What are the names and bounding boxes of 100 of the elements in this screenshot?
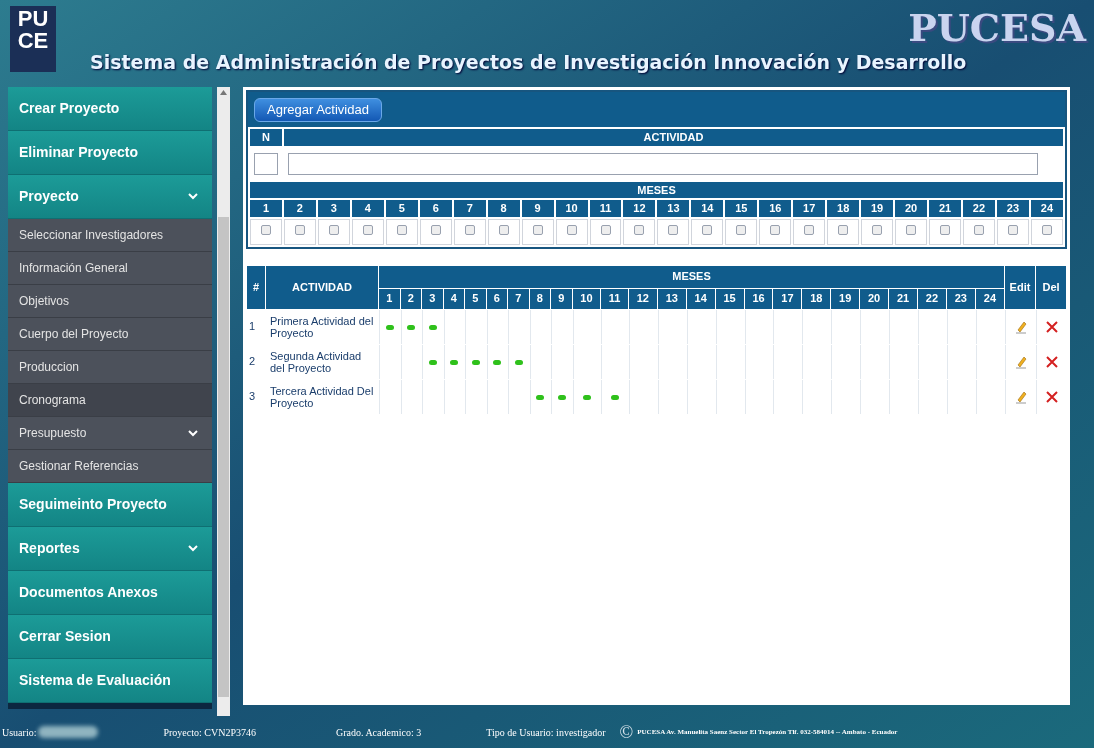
pencil-icon[interactable] <box>1014 390 1027 405</box>
month-header: 3 <box>317 200 350 217</box>
month-header: 20 <box>895 200 928 217</box>
month-header: 5 <box>385 200 418 217</box>
brand-title: PUCESA <box>908 6 1086 50</box>
scroll-up-icon[interactable] <box>220 90 227 95</box>
column-header: Edit <box>1005 265 1035 309</box>
month-checkbox[interactable] <box>532 225 543 236</box>
pencil-icon[interactable] <box>1014 320 1027 335</box>
scrollbar[interactable] <box>217 87 230 716</box>
column-header: MESES <box>250 181 1063 198</box>
month-checkbox[interactable] <box>770 225 781 236</box>
month-header: 8 <box>529 288 550 309</box>
month-header: 21 <box>889 288 917 309</box>
month-header: 17 <box>793 200 826 217</box>
month-checkbox[interactable] <box>600 225 611 236</box>
month-header: 14 <box>691 200 724 217</box>
month-checkbox[interactable] <box>804 225 815 236</box>
month-header: 10 <box>555 200 588 217</box>
academic-grade: Grado. Academico: 3 <box>335 725 422 740</box>
month-header: 21 <box>929 200 961 217</box>
row-number: 1 <box>248 319 257 335</box>
activity-name: Tercera Actividad Del Proyecto <box>269 383 375 411</box>
column-header: ACTIVIDAD <box>284 129 1063 146</box>
column-header: N <box>250 129 282 146</box>
month-checkbox[interactable] <box>668 225 679 236</box>
delete-icon[interactable] <box>1045 356 1058 369</box>
month-header: 9 <box>551 288 572 309</box>
month-header: 22 <box>918 288 946 309</box>
month-checkbox[interactable] <box>328 225 339 236</box>
month-checkbox[interactable] <box>362 225 373 236</box>
month-checkbox[interactable] <box>566 225 577 236</box>
month-header: 11 <box>601 288 628 309</box>
month-header: 18 <box>827 200 860 217</box>
menu-item[interactable]: Reportes <box>8 527 212 571</box>
column-header: # <box>247 265 265 309</box>
menu-item[interactable]: Cuerpo del Proyecto <box>8 318 212 351</box>
activity-name: Primera Actividad del Proyecto <box>269 313 375 341</box>
pencil-icon[interactable] <box>1014 355 1027 370</box>
month-header: 19 <box>831 288 860 309</box>
add-activity-button[interactable]: Agregar Actividad <box>254 97 382 122</box>
month-checkbox[interactable] <box>396 225 407 236</box>
month-checkbox[interactable] <box>634 225 645 236</box>
blurred-username <box>38 726 99 738</box>
month-header: 1 <box>379 288 400 309</box>
month-header: 24 <box>975 288 1004 309</box>
menu-item[interactable]: Documentos Anexos <box>8 571 212 615</box>
month-header: 16 <box>759 200 792 217</box>
menu-item[interactable]: Presupuesto <box>8 417 212 450</box>
month-header: 3 <box>422 288 443 309</box>
month-checkbox[interactable] <box>498 225 509 236</box>
month-header: 7 <box>508 288 529 309</box>
month-checkbox[interactable] <box>430 225 441 236</box>
month-header: 16 <box>744 288 773 309</box>
menu-item[interactable]: Seguimeinto Proyecto <box>8 483 212 527</box>
menu-item[interactable]: Proyecto <box>8 175 212 219</box>
activity-name: Segunda Actividad del Proyecto <box>269 348 363 376</box>
menu-item[interactable]: Cronograma <box>8 384 212 417</box>
menu-item[interactable]: Eliminar Proyecto <box>8 131 212 175</box>
month-checkbox[interactable] <box>702 225 713 236</box>
month-header: 19 <box>861 200 894 217</box>
month-checkbox[interactable] <box>974 225 984 236</box>
delete-icon[interactable] <box>1045 321 1058 334</box>
menu-item[interactable]: Crear Proyecto <box>8 87 212 131</box>
menu-item[interactable]: Produccion <box>8 351 212 384</box>
month-header: 8 <box>487 200 520 217</box>
month-header: 18 <box>802 288 831 309</box>
month-header: 13 <box>657 288 686 309</box>
number-field[interactable] <box>254 152 278 175</box>
month-header: 20 <box>860 288 889 309</box>
month-checkbox[interactable] <box>940 225 951 236</box>
month-checkbox[interactable] <box>464 225 475 236</box>
month-header: 2 <box>400 288 421 309</box>
menu-item[interactable]: Objetivos <box>8 285 212 318</box>
month-checkbox[interactable] <box>872 225 883 236</box>
month-header: 1 <box>250 200 282 217</box>
month-header: 11 <box>589 200 622 217</box>
menu-item[interactable]: Sistema de Evaluación <box>8 659 212 703</box>
month-checkbox[interactable] <box>294 225 305 236</box>
month-header: 23 <box>946 288 975 309</box>
menu-item[interactable]: Gestionar Referencias <box>8 450 212 483</box>
month-header: 4 <box>443 288 464 309</box>
month-checkbox[interactable] <box>1041 225 1052 236</box>
month-checkbox[interactable] <box>838 225 849 236</box>
month-checkbox[interactable] <box>906 225 917 236</box>
month-checkbox[interactable] <box>260 225 271 236</box>
month-checkbox[interactable] <box>1007 225 1018 236</box>
month-header: 15 <box>715 288 744 309</box>
menu-item[interactable]: Cerrar Sesion <box>8 615 212 659</box>
month-header: 6 <box>419 200 452 217</box>
project-code: Proyecto: CVN2P3746 <box>163 725 256 740</box>
delete-icon[interactable] <box>1045 391 1058 404</box>
menu-item[interactable]: Seleccionar Investigadores <box>8 219 212 252</box>
menu-item[interactable]: Información General <box>8 252 212 285</box>
month-header: 2 <box>283 200 316 217</box>
month-checkbox[interactable] <box>736 225 747 236</box>
system-title: Sistema de Administración de Proyectos de Investigación Innovación y Desarrollo <box>90 50 967 74</box>
activity-field[interactable] <box>288 152 1038 175</box>
column-header: Del <box>1036 265 1066 309</box>
month-header: 5 <box>465 288 486 309</box>
